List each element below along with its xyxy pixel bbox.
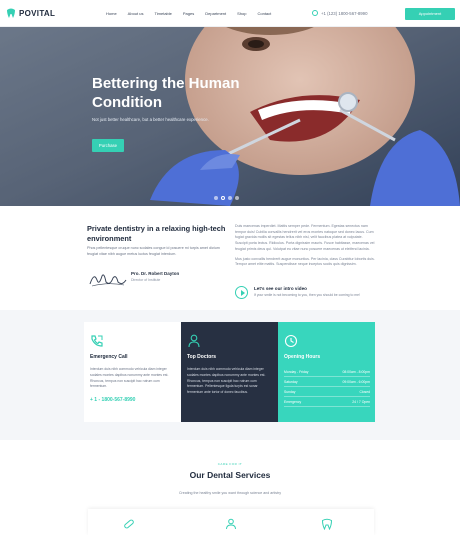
services-panel <box>88 509 374 535</box>
signature-image <box>89 274 127 287</box>
tooth-icon <box>321 518 333 530</box>
phone-call-icon <box>91 335 103 347</box>
doctors-card: Top Doctors Interdum duis nibh commodo v… <box>181 322 278 422</box>
hours-day: Emergency <box>284 399 302 404</box>
emergency-title: Emergency Call <box>90 354 128 360</box>
slider-dot[interactable] <box>228 196 232 200</box>
header-phone-number: +1 (123) 1800-567-8990 <box>321 10 368 16</box>
hours-table: Monday - Friday 08:00am - 8:00pm Saturda… <box>284 367 370 407</box>
nav-contact[interactable]: Contact <box>257 11 271 16</box>
hours-day: Saturday <box>284 379 298 384</box>
intro-right-text: Duis maecenas imperdiet. Mattis semper p… <box>235 224 375 268</box>
hero-purchase-button[interactable]: Purchase <box>92 139 124 152</box>
logo[interactable]: POVITAL <box>6 8 55 19</box>
video-subtitle: If your smile is not becoming to you, th… <box>254 293 360 297</box>
video-title[interactable]: Let’s see our intro video <box>254 286 307 291</box>
slider-dot[interactable] <box>235 196 239 200</box>
intro-right-paragraph-2: Mus justo convallis hendrerit augue monu… <box>235 256 375 267</box>
pill-icon <box>124 519 134 529</box>
emergency-text: Interdum duis nibh commodo vehicula diam… <box>90 367 169 389</box>
hours-row: Saturday 09:00am - 6:00pm <box>284 377 370 387</box>
hours-time: Closed <box>359 389 370 394</box>
intro-right-paragraph-1: Duis maecenas imperdiet. Mattis semper p… <box>235 224 375 251</box>
hours-time: 08:00am - 8:00pm <box>342 369 370 374</box>
services-title: Our Dental Services <box>189 470 271 480</box>
hours-title: Opening Hours <box>284 354 321 360</box>
phone-icon <box>312 10 318 16</box>
clock-icon <box>284 334 298 348</box>
nav-pages[interactable]: Pages <box>183 11 194 16</box>
emergency-card: Emergency Call Interdum duis nibh commod… <box>84 322 181 422</box>
hero-title: Bettering the Human Condition <box>92 75 240 111</box>
doctor-icon <box>188 334 200 348</box>
hours-day: Sunday <box>284 389 296 394</box>
doctor-name: Pro. Dr. Robert Dayton <box>131 271 180 276</box>
nav-department[interactable]: Department <box>205 11 226 16</box>
doctor-role: Director of Institute <box>131 278 161 282</box>
hours-row: Monday - Friday 08:00am - 8:00pm <box>284 367 370 377</box>
hours-card: Opening Hours Monday - Friday 08:00am - … <box>278 322 375 422</box>
hours-row: Emergency 24 / 7 Open <box>284 397 370 407</box>
appointment-button[interactable]: Appointment <box>405 8 455 20</box>
hero-subtitle: Not just better healthcare, but a better… <box>92 117 209 122</box>
tooth-logo-icon <box>7 8 15 18</box>
services-subtitle: Creating the healthy smile you want thro… <box>178 491 282 495</box>
nav-home[interactable]: Home <box>106 11 117 16</box>
hours-day: Monday - Friday <box>284 369 309 374</box>
main-nav: Home About us Timetable Pages Department… <box>106 11 282 16</box>
slider-dot-active[interactable] <box>221 196 225 200</box>
hours-time: 09:00am - 6:00pm <box>342 379 370 384</box>
intro-title: Private dentistry in a relaxing high-tec… <box>87 224 226 243</box>
site-header: POVITAL Home About us Timetable Pages De… <box>0 0 460 27</box>
nav-shop[interactable]: Shop <box>237 11 246 16</box>
nav-timetable[interactable]: Timetable <box>154 11 171 16</box>
hours-row: Sunday Closed <box>284 387 370 397</box>
doctors-title: Top Doctors <box>187 354 217 360</box>
dentist-icon <box>226 518 236 530</box>
logo-text: POVITAL <box>19 9 56 18</box>
header-phone[interactable]: +1 (123) 1800-567-8990 <box>312 10 367 16</box>
emergency-phone[interactable]: + 1 - 1800-567-8990 <box>90 397 135 403</box>
nav-about[interactable]: About us <box>128 11 144 16</box>
services-kicker: CARE FOR IT <box>217 462 243 466</box>
hours-time: 24 / 7 Open <box>352 399 370 404</box>
slider-dot[interactable] <box>214 196 218 200</box>
play-video-icon[interactable] <box>235 286 248 299</box>
intro-text: Phos pellentesque cruque nunc sodales co… <box>87 246 220 256</box>
hero-banner: Bettering the Human Condition Not just b… <box>0 0 460 206</box>
doctors-text: Interdum duis nibh commodo vehicula diam… <box>187 367 266 395</box>
slider-dots <box>214 196 242 200</box>
